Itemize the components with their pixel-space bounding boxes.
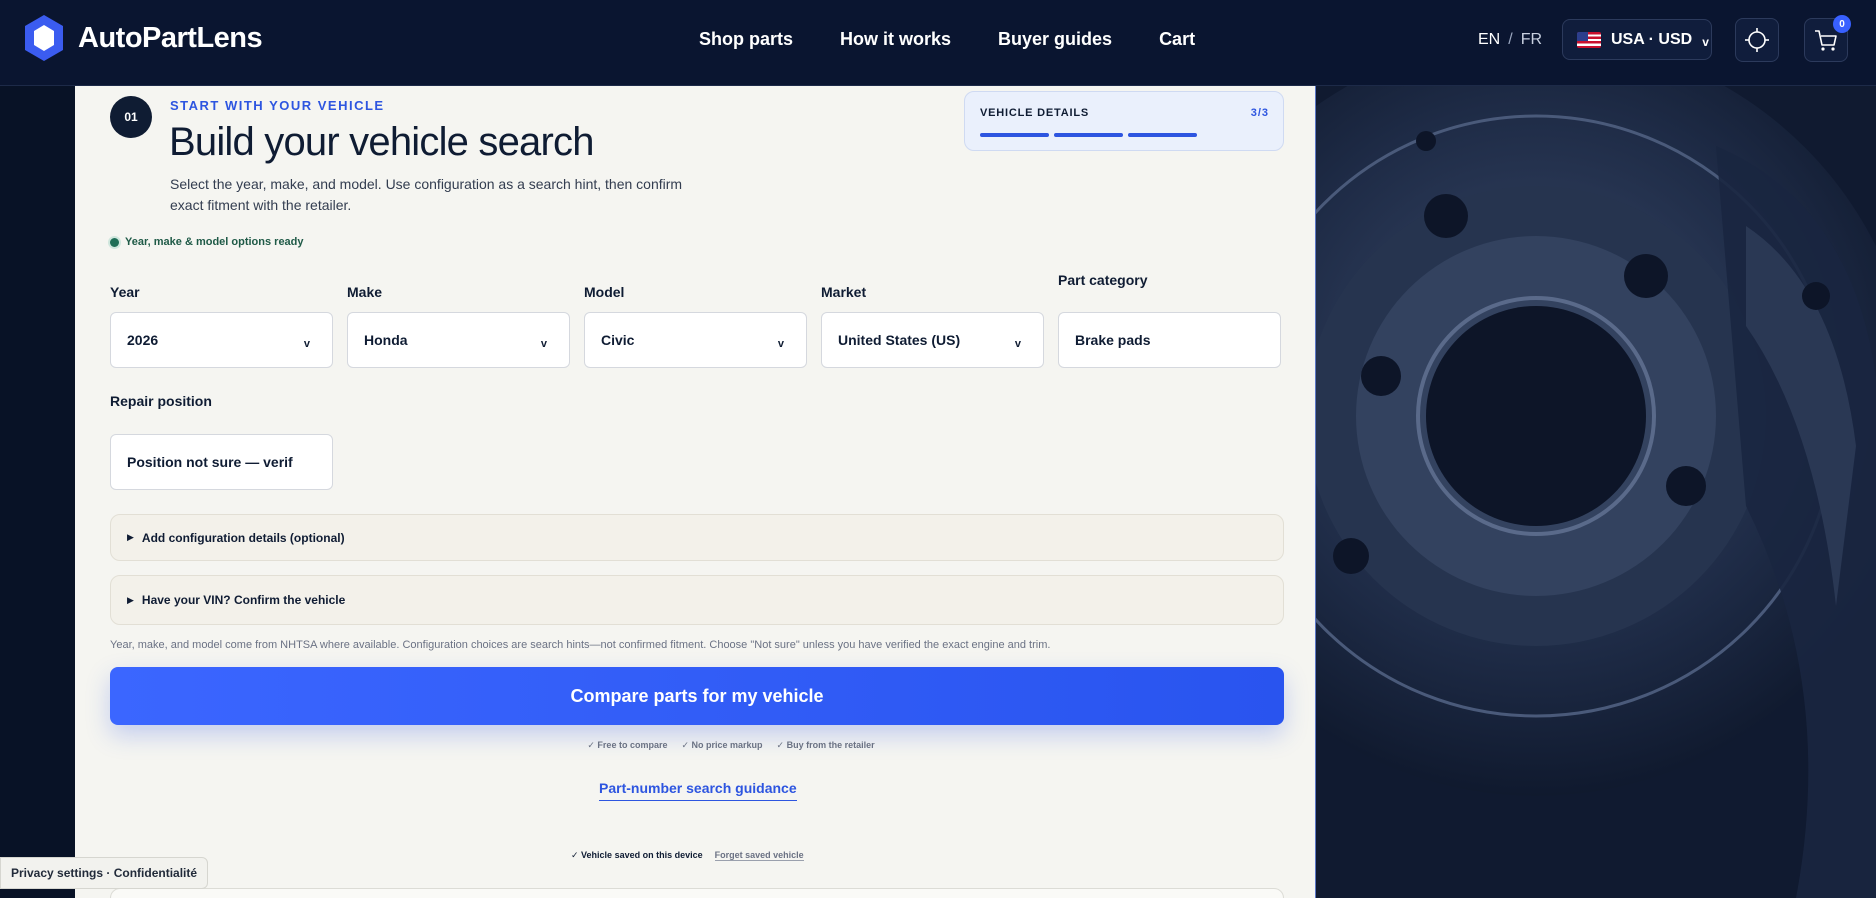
- saved-vehicle-text: ✓ Vehicle saved on this device: [571, 850, 703, 860]
- part-category-label: Part category: [1058, 272, 1148, 288]
- configuration-details-expander[interactable]: ▶ Add configuration details (optional): [110, 514, 1284, 561]
- vehicle-search-card: 01 START WITH YOUR VEHICLE Build your ve…: [75, 86, 1315, 898]
- nav-shop-parts[interactable]: Shop parts: [699, 29, 793, 50]
- language-switcher: EN / FR: [1478, 31, 1542, 49]
- year-value: 2026: [127, 332, 159, 348]
- triangle-right-icon: ▶: [127, 532, 134, 542]
- lang-separator: /: [1508, 31, 1513, 48]
- repair-position-select[interactable]: Position not sure — verif: [110, 434, 333, 490]
- progress-segment: [1054, 133, 1123, 137]
- model-value: Civic: [601, 332, 635, 348]
- hexagon-logo-icon: [25, 15, 63, 61]
- page-title: Build your vehicle search: [169, 120, 594, 164]
- brand-name: AutoPartLens: [78, 21, 263, 54]
- chevron-down-icon: v: [1014, 338, 1021, 350]
- repair-position-label: Repair position: [110, 393, 212, 409]
- progress-segment: [980, 133, 1049, 137]
- progress-label: VEHICLE DETAILS: [980, 107, 1089, 119]
- top-navigation-bar: AutoPartLens Shop parts How it works Buy…: [0, 0, 1876, 86]
- nav-buyer-guides[interactable]: Buyer guides: [998, 29, 1112, 50]
- brake-rotor-illustration: [1316, 86, 1876, 898]
- chevron-down-icon: v: [540, 338, 547, 350]
- step-eyebrow: START WITH YOUR VEHICLE: [170, 98, 385, 113]
- progress-count: 3/3: [1250, 107, 1269, 119]
- market-value: United States (US): [838, 332, 961, 348]
- data-source-note: Year, make, and model come from NHTSA wh…: [110, 639, 1051, 651]
- compare-parts-button[interactable]: Compare parts for my vehicle: [110, 667, 1284, 725]
- benefit-item: ✓ Free to compare: [587, 740, 668, 750]
- page-subtitle: Select the year, make, and model. Use co…: [170, 176, 683, 213]
- year-label: Year: [110, 284, 140, 300]
- benefit-item: ✓ Buy from the retailer: [776, 740, 875, 750]
- part-category-value: Brake pads: [1075, 332, 1151, 348]
- year-select[interactable]: 2026 v: [110, 312, 333, 368]
- us-flag-icon: [1577, 31, 1601, 48]
- benefit-list: ✓ Free to compare ✓ No price markup ✓ Bu…: [111, 740, 1315, 751]
- market-select[interactable]: United States (US) v: [821, 312, 1044, 368]
- progress-bars: [980, 133, 1197, 137]
- status-text: Year, make & model options ready: [125, 236, 304, 248]
- privacy-settings-button[interactable]: Privacy settings · Confidentialité: [0, 857, 209, 889]
- forget-saved-vehicle-link[interactable]: Forget saved vehicle: [714, 850, 804, 861]
- chevron-down-icon: v: [303, 338, 310, 350]
- part-category-field[interactable]: Brake pads: [1058, 312, 1281, 368]
- benefit-item: ✓ No price markup: [681, 740, 763, 750]
- vehicle-details-progress: VEHICLE DETAILS 3/3: [964, 91, 1284, 151]
- repair-position-value: Position not sure — verif: [127, 454, 293, 470]
- cart-icon: [1815, 30, 1837, 51]
- market-label: Market: [821, 284, 867, 300]
- vin-expander-label: Have your VIN? Confirm the vehicle: [141, 593, 346, 607]
- vin-expander[interactable]: ▶ Have your VIN? Confirm the vehicle: [110, 575, 1284, 625]
- make-label: Make: [347, 284, 383, 300]
- nav-cart[interactable]: Cart: [1159, 29, 1195, 50]
- locate-button[interactable]: [1735, 18, 1779, 62]
- saved-vehicle-row: ✓ Vehicle saved on this device Forget sa…: [571, 850, 804, 861]
- main-nav: Shop parts How it works Buyer guides Car…: [699, 29, 1195, 50]
- triangle-right-icon: ▶: [127, 594, 134, 605]
- chevron-down-icon: v: [1702, 34, 1709, 49]
- cart-count-badge: 0: [1833, 15, 1851, 33]
- chevron-down-icon: v: [777, 338, 784, 350]
- model-label: Model: [584, 284, 625, 300]
- cart-button[interactable]: 0: [1804, 15, 1851, 62]
- make-select[interactable]: Honda v: [347, 312, 570, 368]
- model-select[interactable]: Civic v: [584, 312, 807, 368]
- brake-rotor-hero-image: [1315, 86, 1876, 898]
- step-number-badge: 01: [110, 96, 152, 138]
- region-label: USA · USD: [1611, 30, 1693, 48]
- configuration-details-label: Add configuration details (optional): [141, 530, 345, 545]
- left-background-strip: [0, 86, 75, 898]
- nav-how-it-works[interactable]: How it works: [840, 29, 951, 50]
- lang-fr[interactable]: FR: [1521, 31, 1542, 49]
- status-ready-indicator: Year, make & model options ready: [110, 236, 304, 248]
- part-number-guidance-link[interactable]: Part-number search guidance: [599, 780, 797, 801]
- region-selector[interactable]: USA · USD v: [1562, 19, 1712, 60]
- make-value: Honda: [364, 332, 408, 348]
- crosshair-icon: [1745, 28, 1769, 52]
- brand-logo[interactable]: AutoPartLens: [24, 14, 263, 62]
- lang-en[interactable]: EN: [1478, 31, 1500, 49]
- next-section-edge: [110, 888, 1284, 898]
- status-dot-icon: [110, 237, 119, 247]
- progress-segment: [1128, 133, 1197, 137]
